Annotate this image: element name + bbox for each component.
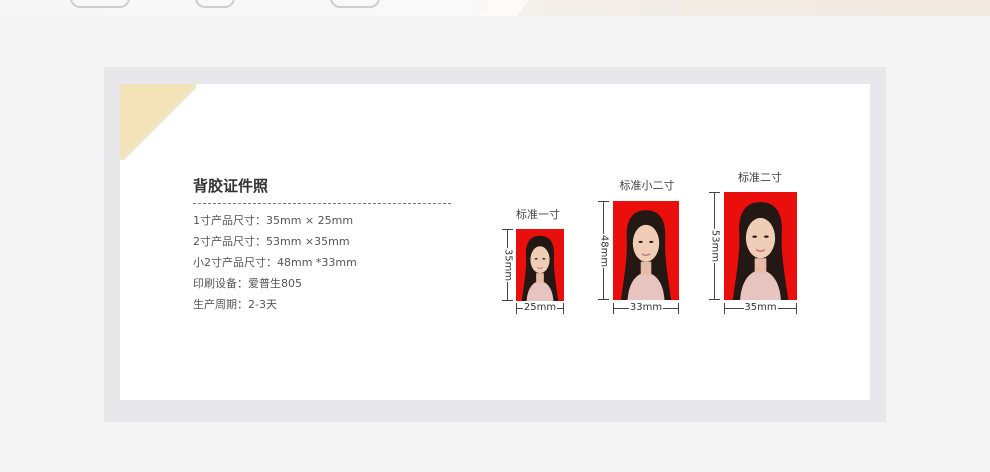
spec-line-printer: 印刷设备：爱普生805 <box>193 277 302 290</box>
id-photo-2inch <box>724 192 797 300</box>
spec-line-lead-time: 生产周期：2-3天 <box>193 298 277 311</box>
width-dimension-2inch: 35mm <box>724 302 797 314</box>
dashed-divider <box>193 203 451 204</box>
photo-label-2inch: 标准二寸 <box>738 171 782 184</box>
sketch-decoration <box>330 0 380 8</box>
spec-line-1inch: 1寸产品尺寸：35mm × 25mm <box>193 214 354 227</box>
product-info: 背胶证件照 1寸产品尺寸：35mm × 25mm 2寸产品尺寸：53mm ×35… <box>193 175 451 315</box>
paper-decoration <box>474 0 536 16</box>
height-dimension-1inch: 35mm <box>502 229 514 301</box>
photo-label-small-2inch: 标准小二寸 <box>619 179 675 192</box>
product-title: 背胶证件照 <box>193 177 269 195</box>
portrait-figure <box>613 201 679 300</box>
id-photo-small-2inch <box>613 201 679 300</box>
height-dimension-2inch: 53mm <box>709 192 721 300</box>
sketch-decoration <box>195 0 235 8</box>
corner-decoration <box>120 84 196 160</box>
height-dimension-small-2inch: 48mm <box>598 201 610 300</box>
spec-line-small-2inch: 小2寸产品尺寸：48mm *33mm <box>193 256 357 269</box>
photo-label-1inch: 标准一寸 <box>516 208 560 221</box>
banner-strip <box>0 0 990 16</box>
id-photo-1inch <box>516 229 564 301</box>
portrait-figure <box>724 192 797 300</box>
product-card: 背胶证件照 1寸产品尺寸：35mm × 25mm 2寸产品尺寸：53mm ×35… <box>120 84 870 400</box>
sketch-decoration <box>70 0 130 8</box>
width-dimension-small-2inch: 33mm <box>613 302 679 314</box>
portrait-figure <box>516 229 564 301</box>
product-frame: 背胶证件照 1寸产品尺寸：35mm × 25mm 2寸产品尺寸：53mm ×35… <box>104 67 886 422</box>
width-dimension-1inch: 25mm <box>516 302 564 314</box>
spec-line-2inch: 2寸产品尺寸：53mm ×35mm <box>193 235 350 248</box>
